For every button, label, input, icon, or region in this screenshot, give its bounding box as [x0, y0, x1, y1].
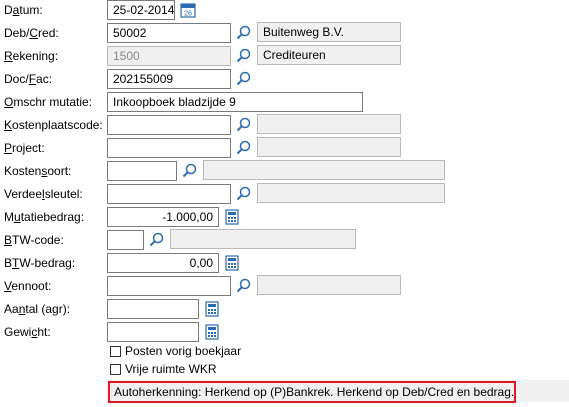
- datum-label: Datum:: [4, 3, 43, 17]
- btwbedrag-calculator-icon[interactable]: [223, 254, 241, 272]
- datum-input[interactable]: 25-02-2014: [107, 0, 175, 20]
- vennoot-lookup-icon[interactable]: [235, 277, 253, 295]
- rekening-label: Rekening:: [4, 49, 59, 63]
- omschr-input[interactable]: Inkoopboek bladzijde 9: [107, 92, 363, 112]
- mutatiebedrag-input[interactable]: -1.000,00: [107, 207, 219, 227]
- autoherkenning-status: Autoherkenning: Herkend op (P)Bankrek. H…: [108, 381, 516, 403]
- btwcode-label: BTW-code:: [4, 233, 64, 247]
- docfac-input[interactable]: 202155009: [107, 69, 231, 89]
- kostensoort-description: [203, 160, 445, 180]
- docfac-lookup-icon[interactable]: [235, 70, 253, 88]
- btwcode-lookup-icon[interactable]: [148, 231, 166, 249]
- kostensoort-label: Kostensoort:: [4, 164, 72, 178]
- aantal-input[interactable]: [107, 299, 199, 319]
- docfac-label: Doc/Fac:: [4, 72, 53, 86]
- rekening-input: 1500: [107, 46, 231, 66]
- verdeelsleutel-description: [257, 183, 445, 203]
- btwcode-description: [170, 229, 356, 249]
- calendar-icon[interactable]: 26: [179, 1, 197, 19]
- gewicht-input[interactable]: [107, 322, 199, 342]
- calendar-day-text: 26: [184, 11, 192, 18]
- mutatiebedrag-calculator-icon[interactable]: [223, 208, 241, 226]
- kostensoort-input[interactable]: [107, 161, 177, 181]
- mutatiebedrag-label: Mutatiebedrag:: [4, 210, 85, 224]
- omschr-label: Omschr mutatie:: [4, 95, 93, 109]
- posten-vorig-label[interactable]: Posten vorig boekjaar: [125, 343, 241, 359]
- project-input[interactable]: [107, 138, 231, 158]
- project-lookup-icon[interactable]: [235, 139, 253, 157]
- project-description: [257, 137, 401, 157]
- vennoot-input[interactable]: [107, 276, 231, 296]
- kostensoort-lookup-icon[interactable]: [181, 162, 199, 180]
- aantal-calculator-icon[interactable]: [203, 300, 221, 318]
- vrije-ruimte-checkbox[interactable]: [110, 364, 121, 375]
- debcred-description: Buitenweg B.V.: [257, 22, 401, 42]
- gewicht-calculator-icon[interactable]: [203, 323, 221, 341]
- aantal-label: Aantal (agr):: [4, 302, 71, 316]
- gewicht-label: Gewicht:: [4, 325, 51, 339]
- debcred-lookup-icon[interactable]: [235, 24, 253, 42]
- debcred-input[interactable]: 50002: [107, 23, 231, 43]
- project-label: Project:: [4, 141, 45, 155]
- posten-vorig-checkbox[interactable]: [110, 346, 121, 357]
- btwcode-input[interactable]: [107, 230, 144, 250]
- verdeelsleutel-input[interactable]: [107, 184, 231, 204]
- kostenplaats-input[interactable]: [107, 115, 231, 135]
- kostenplaats-label: Kostenplaatscode:: [4, 118, 103, 132]
- vennoot-description: [257, 275, 401, 295]
- rekening-description: Crediteuren: [257, 45, 401, 65]
- vennoot-label: Vennoot:: [4, 279, 52, 293]
- verdeelsleutel-lookup-icon[interactable]: [235, 185, 253, 203]
- kostenplaats-lookup-icon[interactable]: [235, 116, 253, 134]
- btwbedrag-input[interactable]: 0,00: [107, 253, 219, 273]
- kostenplaats-description: [257, 114, 401, 134]
- vrije-ruimte-label[interactable]: Vrije ruimte WKR: [125, 361, 217, 377]
- rekening-lookup-icon[interactable]: [235, 47, 253, 65]
- debcred-label: Deb/Cred:: [4, 26, 59, 40]
- btwbedrag-label: BTW-bedrag:: [4, 256, 76, 270]
- verdeelsleutel-label: Verdeelsleutel:: [4, 187, 83, 201]
